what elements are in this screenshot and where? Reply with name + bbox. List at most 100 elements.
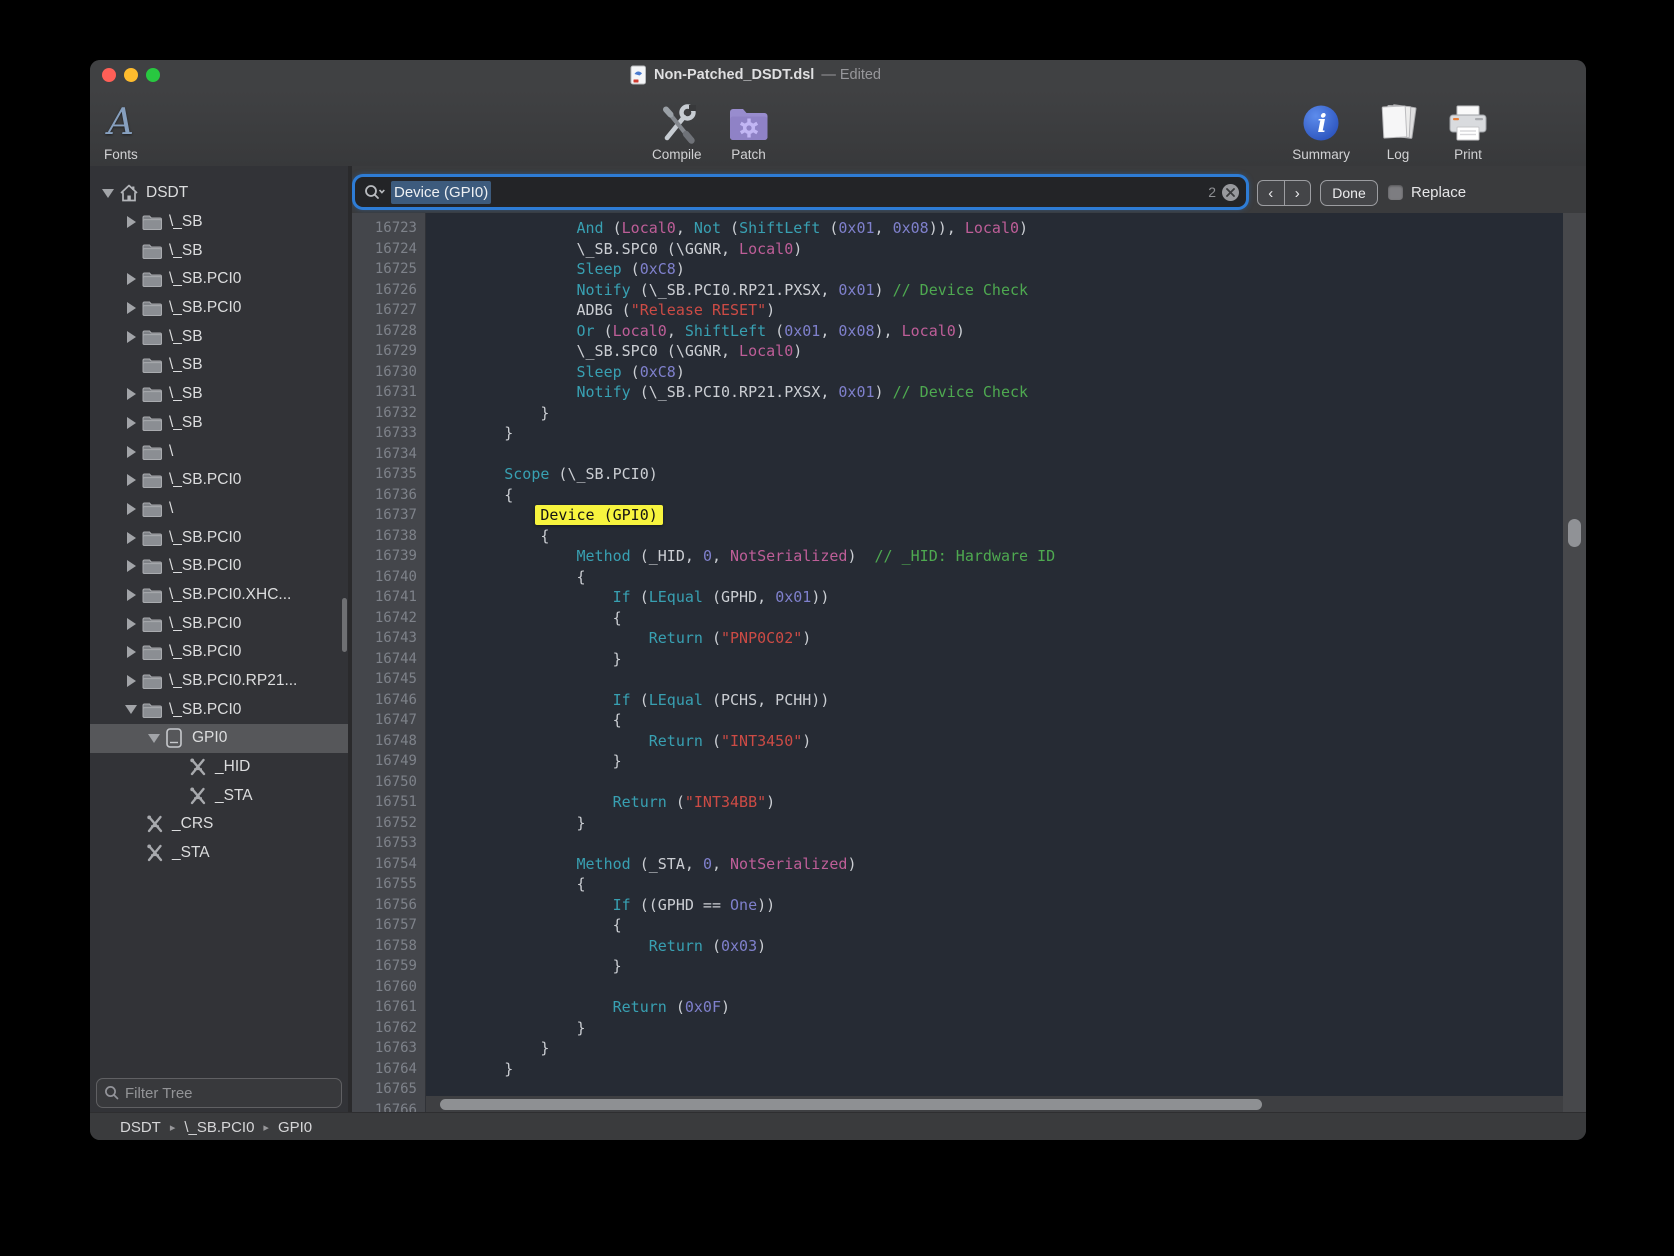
title-bar[interactable]: Non-Patched_DSDT.dsl — Edited bbox=[90, 60, 1586, 90]
disclosure-right-icon[interactable] bbox=[127, 675, 136, 687]
sidebar-item-sta[interactable]: _STA bbox=[90, 781, 348, 810]
window-edited-badge: — Edited bbox=[821, 67, 881, 83]
disclosure-right-icon[interactable] bbox=[127, 532, 136, 544]
toolbar-button-print[interactable]: Print bbox=[1446, 90, 1490, 162]
disclosure-right-icon[interactable] bbox=[127, 388, 136, 400]
sidebar-item-gpi0[interactable]: GPI0 bbox=[90, 724, 348, 753]
sidebar-item-sbpci0[interactable]: \_SB.PCI0 bbox=[90, 638, 348, 667]
line-number: 16741 bbox=[352, 587, 425, 608]
folder-icon bbox=[141, 413, 167, 433]
sidebar-item-sb[interactable]: \_SB bbox=[90, 351, 348, 380]
disclosure-down-icon[interactable] bbox=[148, 734, 160, 743]
toolbar-button-summary[interactable]: iSummary bbox=[1292, 90, 1350, 162]
line-number: 16764 bbox=[352, 1059, 425, 1080]
sidebar-item-sbpci0[interactable]: \_SB.PCI0 bbox=[90, 466, 348, 495]
sidebar-item-sbpci0[interactable]: \_SB.PCI0 bbox=[90, 265, 348, 294]
sidebar-item-sbpci0[interactable]: \_SB.PCI0 bbox=[90, 695, 348, 724]
disclosure-right-icon[interactable] bbox=[127, 474, 136, 486]
code-line: { bbox=[426, 915, 1563, 936]
code-line: If ((GPHD == One)) bbox=[426, 895, 1563, 916]
horizontal-scrollbar[interactable] bbox=[440, 1099, 1262, 1110]
disclosure-right-icon[interactable] bbox=[127, 646, 136, 658]
sidebar-item-sbpci0[interactable]: \_SB.PCI0 bbox=[90, 552, 348, 581]
replace-checkbox[interactable] bbox=[1388, 185, 1403, 200]
sidebar-item-crs[interactable]: _CRS bbox=[90, 810, 348, 839]
disclosure-right-icon[interactable] bbox=[127, 417, 136, 429]
disclosure-right-icon[interactable] bbox=[127, 273, 136, 285]
sidebar-scrollbar[interactable] bbox=[342, 598, 347, 652]
disclosure-down-icon[interactable] bbox=[102, 189, 114, 198]
document-icon[interactable] bbox=[630, 65, 647, 85]
line-number: 16729 bbox=[352, 341, 425, 362]
vertical-scrollbar[interactable] bbox=[1568, 519, 1581, 547]
breadcrumb-separator-icon: ▸ bbox=[263, 1121, 269, 1134]
toolbar-button-log[interactable]: Log bbox=[1376, 90, 1420, 162]
code-pane[interactable]: And (Local0, Not (ShiftLeft (0x01, 0x08)… bbox=[426, 213, 1563, 1096]
breadcrumb-segment[interactable]: DSDT bbox=[120, 1119, 161, 1136]
next-match-button[interactable]: › bbox=[1285, 181, 1311, 205]
line-number: 16765 bbox=[352, 1079, 425, 1100]
sidebar-item-hid[interactable]: _HID bbox=[90, 753, 348, 782]
sidebar-item-sbpci0[interactable]: \_SB.PCI0 bbox=[90, 523, 348, 552]
toolbar-button-compile[interactable]: Compile bbox=[652, 90, 702, 162]
code-line: { bbox=[426, 608, 1563, 629]
toolbar-button-fonts[interactable]: AFonts bbox=[104, 90, 138, 162]
sidebar-item-sb[interactable]: \_SB bbox=[90, 380, 348, 409]
sidebar-item-sb[interactable]: \_SB bbox=[90, 236, 348, 265]
disclosure-right-icon[interactable] bbox=[127, 446, 136, 458]
disclosure-right-icon[interactable] bbox=[127, 560, 136, 572]
sidebar-item-sbpci0rp21[interactable]: \_SB.PCI0.RP21... bbox=[90, 667, 348, 696]
magnifier-menu-icon[interactable] bbox=[363, 183, 387, 201]
sidebar-item-[interactable]: \ bbox=[90, 495, 348, 524]
disclosure-down-icon[interactable] bbox=[125, 705, 137, 714]
breadcrumb: DSDT ▸ \_SB.PCI0 ▸ GPI0 bbox=[120, 1119, 312, 1136]
disclosure-right-icon[interactable] bbox=[127, 503, 136, 515]
zoom-button[interactable] bbox=[146, 68, 160, 82]
breadcrumb-segment[interactable]: GPI0 bbox=[278, 1119, 312, 1136]
minimize-button[interactable] bbox=[124, 68, 138, 82]
line-number: 16736 bbox=[352, 485, 425, 506]
line-number: 16739 bbox=[352, 546, 425, 567]
previous-match-button[interactable]: ‹ bbox=[1258, 181, 1285, 205]
close-button[interactable] bbox=[102, 68, 116, 82]
find-input[interactable]: Device (GPI0) 2 bbox=[355, 177, 1246, 207]
tree-item-label: \_SB bbox=[169, 328, 203, 346]
sidebar-item-sbpci0[interactable]: \_SB.PCI0 bbox=[90, 294, 348, 323]
done-button[interactable]: Done bbox=[1320, 180, 1378, 206]
toolbar-label-log: Log bbox=[1387, 147, 1410, 162]
disclosure-right-icon[interactable] bbox=[127, 216, 136, 228]
line-number: 16723 bbox=[352, 218, 425, 239]
acpi-tree: DSDT\_SB\_SB\_SB.PCI0\_SB.PCI0\_SB\_SB\_… bbox=[90, 166, 348, 1078]
disclosure-right-icon[interactable] bbox=[127, 618, 136, 630]
disclosure-right-icon[interactable] bbox=[127, 589, 136, 601]
filter-tree-field[interactable]: Filter Tree bbox=[96, 1078, 342, 1108]
clear-circle-icon[interactable] bbox=[1222, 184, 1239, 201]
line-number: 16733 bbox=[352, 423, 425, 444]
line-number: 16759 bbox=[352, 956, 425, 977]
sidebar-item-sb[interactable]: \_SB bbox=[90, 409, 348, 438]
match-count: 2 bbox=[1208, 184, 1216, 200]
breadcrumb-segment[interactable]: \_SB.PCI0 bbox=[184, 1119, 254, 1136]
code-line bbox=[426, 977, 1563, 998]
sidebar-item-sbpci0[interactable]: \_SB.PCI0 bbox=[90, 609, 348, 638]
search-match-highlight[interactable]: Device (GPI0) bbox=[535, 505, 662, 525]
code-line: Return ("INT34BB") bbox=[426, 792, 1563, 813]
sidebar-item-[interactable]: \ bbox=[90, 437, 348, 466]
disclosure-right-icon[interactable] bbox=[127, 302, 136, 314]
code-line: ADBG ("Release RESET") bbox=[426, 300, 1563, 321]
folder-icon bbox=[141, 614, 167, 634]
folder-icon bbox=[141, 355, 167, 375]
sidebar-item-dsdt[interactable]: DSDT bbox=[90, 179, 348, 208]
folder-icon bbox=[141, 470, 167, 490]
code-line: Method (_HID, 0, NotSerialized) // _HID:… bbox=[426, 546, 1563, 567]
folder-icon bbox=[141, 442, 167, 462]
sidebar-item-sta[interactable]: _STA bbox=[90, 839, 348, 868]
disclosure-right-icon[interactable] bbox=[127, 331, 136, 343]
toolbar-button-patch[interactable]: Patch bbox=[728, 90, 770, 162]
sidebar-item-sb[interactable]: \_SB bbox=[90, 322, 348, 351]
breadcrumb-separator-icon: ▸ bbox=[170, 1121, 176, 1134]
tree-item-label: \_SB bbox=[169, 213, 203, 231]
sidebar-item-sb[interactable]: \_SB bbox=[90, 208, 348, 237]
code-line: { bbox=[426, 485, 1563, 506]
sidebar-item-sbpci0xhc[interactable]: \_SB.PCI0.XHC... bbox=[90, 581, 348, 610]
